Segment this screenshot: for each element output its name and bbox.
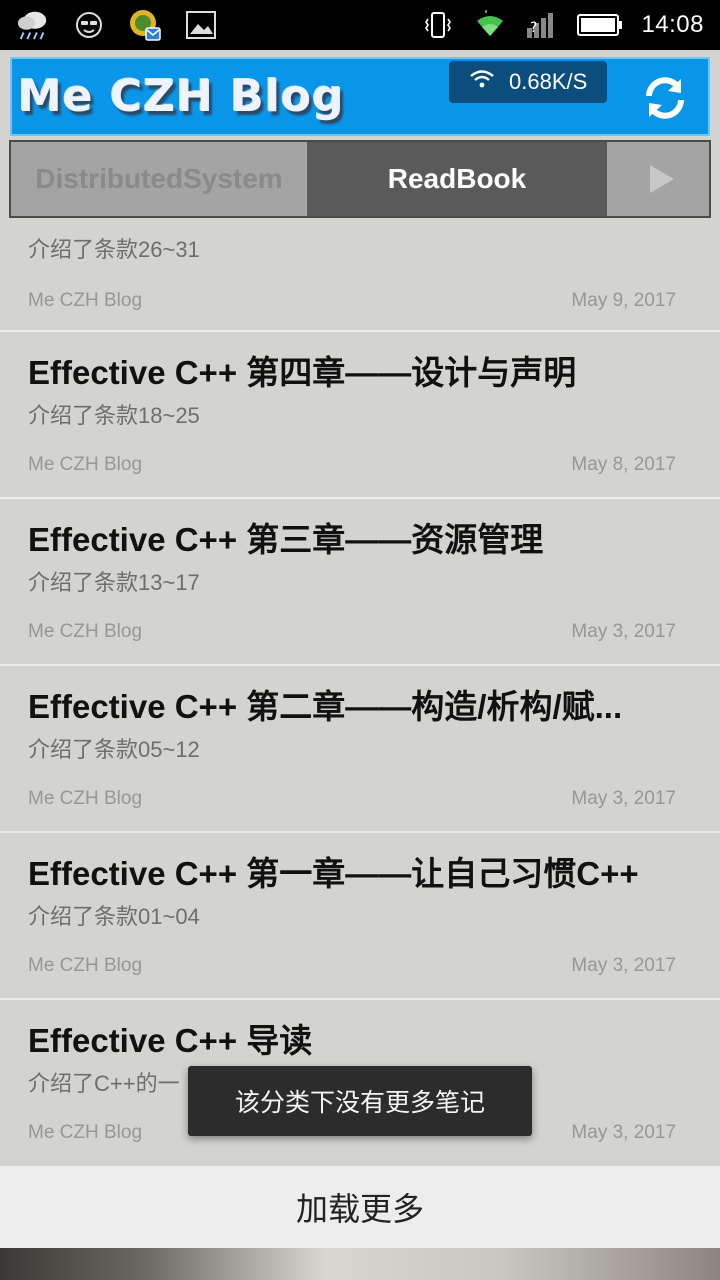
weather-rain-icon (16, 8, 50, 42)
post-description: 介绍了C++的一 (28, 1071, 180, 1096)
post-author: Me CZH Blog (28, 454, 143, 475)
app-title: Me CZH Blog (18, 71, 345, 122)
background-image-strip (0, 1248, 720, 1280)
image-icon (184, 8, 218, 42)
post-title: Effective C++ 第四章——设计与声明 (28, 354, 577, 391)
app-header: Me CZH Blog 0.68K/S (10, 57, 710, 136)
wifi-icon (473, 8, 507, 42)
post-author: Me CZH Blog (28, 621, 143, 642)
network-speed-value: 0.68K/S (509, 69, 588, 94)
list-item[interactable]: Effective C++ 第三章——资源管理 介绍了条款13~17 Me CZ… (0, 499, 720, 666)
post-date: May 9, 2017 (571, 290, 676, 311)
play-arrow-icon (650, 165, 674, 193)
refresh-button[interactable] (640, 73, 690, 123)
post-description: 介绍了条款05~12 (28, 737, 200, 762)
post-date: May 8, 2017 (571, 454, 676, 475)
post-title: Effective C++ 第一章——让自己习惯C++ (28, 855, 639, 892)
post-title: Effective C++ 第三章——资源管理 (28, 521, 544, 558)
post-author: Me CZH Blog (28, 290, 143, 311)
status-time: 14:08 (641, 11, 704, 38)
post-description: 介绍了条款18~25 (28, 403, 200, 428)
status-bar: ? 14:08 (0, 0, 720, 50)
refresh-icon (646, 77, 684, 119)
toast-message: 该分类下没有更多笔记 (188, 1066, 532, 1136)
network-speed-indicator: 0.68K/S (449, 61, 607, 103)
post-title: Effective C++ 导读 (28, 1022, 313, 1059)
post-title: Effective C++ 第二章——构造/析构/赋... (28, 688, 623, 725)
post-description: 介绍了条款26~31 (28, 237, 200, 262)
list-item[interactable]: Effective C++ 第一章——让自己习惯C++ 介绍了条款01~04 M… (0, 833, 720, 1000)
list-item[interactable]: Effective C++ 第二章——构造/析构/赋... 介绍了条款05~12… (0, 666, 720, 833)
post-author: Me CZH Blog (28, 788, 143, 809)
post-description: 介绍了条款13~17 (28, 570, 200, 595)
tab-read-book[interactable]: ReadBook (307, 142, 607, 216)
post-author: Me CZH Blog (28, 1122, 143, 1143)
tab-distributed-system[interactable]: DistributedSystem (11, 142, 307, 216)
post-author: Me CZH Blog (28, 955, 143, 976)
post-date: May 3, 2017 (571, 955, 676, 976)
svg-text:?: ? (530, 20, 537, 36)
battery-icon (577, 8, 623, 42)
wifi-icon (469, 69, 495, 95)
tab-next-button[interactable] (609, 142, 709, 216)
post-date: May 3, 2017 (571, 1122, 676, 1143)
list-item[interactable]: 介绍了条款26~31 Me CZH Blog May 9, 2017 (0, 218, 720, 332)
post-date: May 3, 2017 (571, 621, 676, 642)
post-description: 介绍了条款01~04 (28, 904, 200, 929)
category-tab-bar: DistributedSystem ReadBook (9, 140, 711, 218)
load-more-button[interactable]: 加载更多 (0, 1166, 720, 1248)
signal-icon: ? (525, 8, 559, 42)
face-icon (72, 8, 106, 42)
post-date: May 3, 2017 (571, 788, 676, 809)
list-item[interactable]: Effective C++ 第四章——设计与声明 介绍了条款18~25 Me C… (0, 332, 720, 499)
app-badge-icon (128, 8, 162, 42)
vibrate-icon (421, 8, 455, 42)
